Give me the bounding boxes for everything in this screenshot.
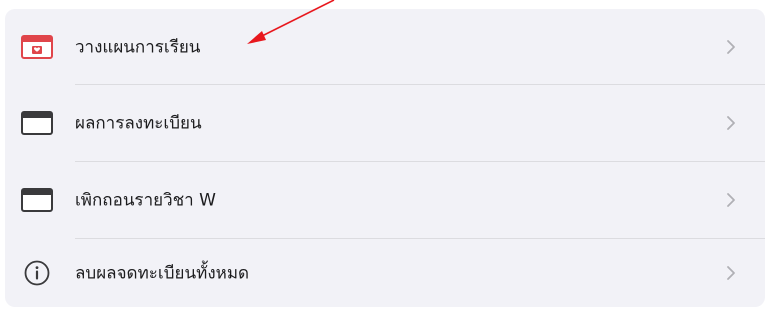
chevron-right-icon	[727, 39, 735, 54]
page: วางแผนการเรียน ผลการลงทะเบียน เพิกถอนราย…	[0, 0, 771, 310]
info-circle-icon	[20, 260, 54, 286]
menu-item-label: ผลการลงทะเบียน	[75, 113, 202, 133]
menu-item-delete-all-registration[interactable]: ลบผลจดทะเบียนทั้งหมด	[5, 238, 765, 307]
calendar-heart-icon	[20, 34, 54, 60]
calendar-icon	[20, 187, 54, 213]
menu-item-registration-result[interactable]: ผลการลงทะเบียน	[5, 84, 765, 161]
menu-list: วางแผนการเรียน ผลการลงทะเบียน เพิกถอนราย…	[5, 9, 765, 307]
calendar-icon	[20, 110, 54, 136]
menu-item-label: เพิกถอนรายวิชา W	[75, 190, 216, 210]
chevron-right-icon	[727, 265, 735, 280]
menu-item-label: ลบผลจดทะเบียนทั้งหมด	[75, 263, 250, 283]
menu-item-label: วางแผนการเรียน	[75, 37, 201, 57]
menu-item-withdraw-course[interactable]: เพิกถอนรายวิชา W	[5, 161, 765, 238]
menu-item-study-plan[interactable]: วางแผนการเรียน	[5, 9, 765, 84]
chevron-right-icon	[727, 115, 735, 130]
chevron-right-icon	[727, 192, 735, 207]
